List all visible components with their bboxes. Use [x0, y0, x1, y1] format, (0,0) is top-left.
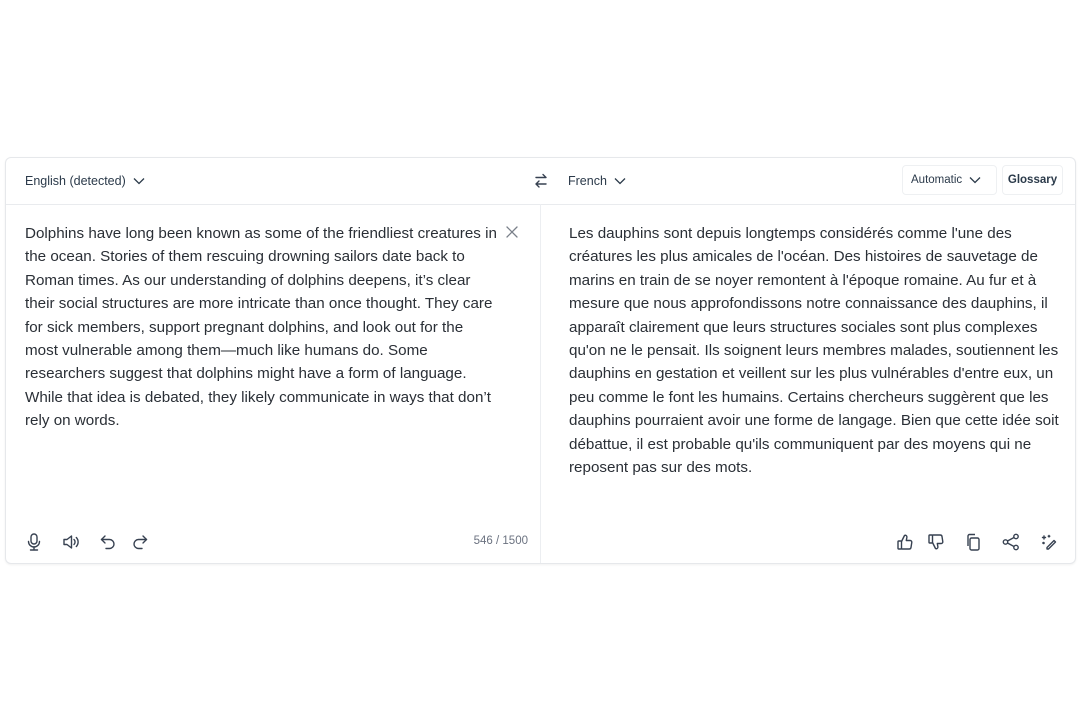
redo-button[interactable]: [130, 532, 150, 552]
speaker-icon: [61, 532, 81, 552]
chevron-down-icon: [613, 174, 627, 188]
copy-button[interactable]: [963, 532, 983, 552]
microphone-icon: [24, 532, 44, 552]
thumbs-up-button[interactable]: [895, 532, 915, 552]
target-language-label: French: [568, 174, 607, 188]
microphone-button[interactable]: [24, 532, 44, 552]
undo-button[interactable]: [98, 532, 118, 552]
swap-languages-button[interactable]: [530, 170, 552, 192]
copy-icon: [963, 532, 983, 552]
undo-icon: [98, 532, 118, 552]
glossary-label: Glossary: [1007, 174, 1058, 186]
formality-label: Automatic: [911, 174, 963, 186]
swap-icon: [532, 172, 550, 190]
chevron-down-icon: [132, 174, 146, 188]
glossary-button[interactable]: Glossary: [1002, 165, 1063, 195]
thumbs-down-icon: [926, 532, 946, 552]
listen-button[interactable]: [61, 532, 81, 552]
share-icon: [1001, 532, 1021, 552]
redo-icon: [130, 532, 150, 552]
target-language-select[interactable]: French: [568, 158, 627, 204]
improve-writing-button[interactable]: [1039, 532, 1059, 552]
clear-text-button[interactable]: [504, 224, 520, 240]
translated-text-output: Les dauphins sont depuis longtemps consi…: [569, 225, 1059, 477]
thumbs-up-icon: [895, 532, 915, 552]
thumbs-down-button[interactable]: [926, 532, 946, 552]
source-language-select[interactable]: English (detected): [25, 158, 146, 204]
share-button[interactable]: [1001, 532, 1021, 552]
magic-edit-icon: [1039, 532, 1059, 552]
character-count: 546 / 1500: [473, 535, 528, 547]
panel-divider: [540, 204, 541, 563]
source-text-input[interactable]: Dolphins have long been known as some of…: [25, 222, 497, 433]
translator-header: English (detected) French Automatic Glos…: [6, 158, 1075, 205]
chevron-down-icon: [968, 173, 982, 187]
translator-card: English (detected) French Automatic Glos…: [5, 157, 1076, 564]
formality-dropdown[interactable]: Automatic: [902, 165, 997, 195]
close-icon: [504, 224, 520, 240]
source-language-label: English (detected): [25, 174, 126, 188]
